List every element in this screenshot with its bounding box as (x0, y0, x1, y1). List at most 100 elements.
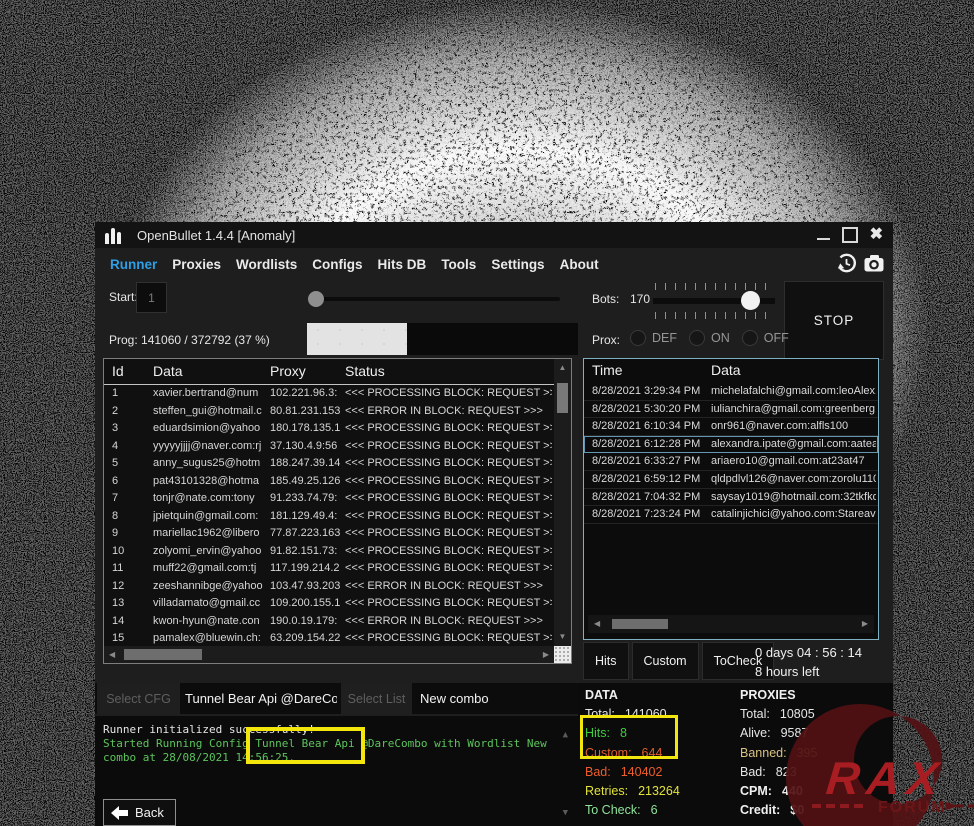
back-button[interactable]: Back (103, 799, 176, 826)
menu-item[interactable]: Proxies (172, 257, 221, 272)
hit-row[interactable]: 8/28/2021 7:23:24 PM catalinjichici@yaho… (584, 506, 878, 524)
bots-slider[interactable] (653, 283, 775, 319)
stat-label: Custom: (585, 746, 632, 760)
start-slider[interactable] (308, 288, 560, 310)
cell-status: <<< PROCESSING BLOCK: REQUEST >>> (345, 387, 552, 399)
scroll-right-icon[interactable]: ▶ (543, 646, 549, 663)
column-header-time[interactable]: Time (592, 362, 623, 378)
cell-proxy: 102.221.96.3: (270, 387, 341, 399)
table-row[interactable]: 10 zolyomi_ervin@yahoo 91.82.151.73: <<<… (104, 543, 554, 561)
cell-id: 15 (112, 632, 146, 644)
select-list-button[interactable]: Select List (341, 683, 412, 714)
hit-tab-button[interactable]: Custom (632, 642, 699, 680)
table-row[interactable]: 15 pamalex@bluewin.ch: 63.209.154.22 <<<… (104, 630, 554, 646)
scroll-up-icon[interactable]: ▲ (563, 730, 568, 740)
menu-item[interactable]: Tools (441, 257, 476, 272)
cell-data: onr961@naver.com:alfls100 (711, 420, 876, 432)
table-row[interactable]: 8 jpietquin@gmail.com: 181.129.49.4: <<<… (104, 508, 554, 526)
table-row[interactable]: 4 yyyyyjjjj@naver.com:rj 37.130.4.9:56 <… (104, 438, 554, 456)
menu-item[interactable]: Configs (312, 257, 362, 272)
menu-item[interactable]: Wordlists (236, 257, 297, 272)
proxy-mode-option[interactable]: OFF (742, 330, 789, 346)
stop-button[interactable]: STOP (784, 281, 884, 360)
hit-row[interactable]: 8/28/2021 7:04:32 PM saysay1019@hotmail.… (584, 489, 878, 507)
scroll-down-icon[interactable]: ▼ (554, 630, 571, 644)
radio-icon[interactable] (630, 330, 646, 346)
column-header-data[interactable]: Data (711, 362, 741, 378)
resize-grip[interactable] (554, 646, 571, 663)
proxy-mode-option[interactable]: ON (689, 330, 730, 346)
progress-bar-fill (307, 323, 407, 355)
scroll-left-icon[interactable]: ◀ (109, 646, 115, 663)
scrollbar-thumb[interactable] (612, 619, 668, 629)
bots-slider-thumb[interactable] (741, 291, 760, 310)
hit-tab-button[interactable]: Hits (583, 642, 629, 680)
table-row[interactable]: 7 tonjr@nate.com:tony 91.233.74.79: <<< … (104, 490, 554, 508)
column-header-data[interactable]: Data (153, 363, 183, 379)
cell-status: <<< PROCESSING BLOCK: REQUEST >>> (345, 440, 552, 452)
hit-row[interactable]: 8/28/2021 6:33:27 PM ariaero10@gmail.com… (584, 453, 878, 471)
stat-item: To Check: 6 (585, 803, 680, 822)
stat-item: Retries: 213264 (585, 784, 680, 803)
hit-row[interactable]: 8/28/2021 6:12:28 PM alexandra.ipate@gma… (584, 436, 878, 454)
scrollbar-thumb[interactable] (557, 383, 568, 413)
stat-value: $0 (790, 803, 804, 817)
table-row[interactable]: 9 mariellac1962@libero 77.87.223.163 <<<… (104, 525, 554, 543)
scroll-down-icon[interactable]: ▼ (563, 808, 568, 818)
horizontal-scrollbar[interactable]: ◀ ▶ (588, 615, 874, 633)
app-logo-bullets-icon (105, 227, 121, 244)
start-input[interactable]: 1 (136, 282, 167, 313)
hits-panel: Time Data 8/28/2021 3:29:34 PM michelafa… (583, 358, 879, 640)
start-slider-thumb[interactable] (308, 291, 324, 307)
cell-data: jpietquin@gmail.com: (153, 510, 266, 522)
table-row[interactable]: 1 xavier.bertrand@num 102.221.96.3: <<< … (104, 385, 554, 403)
table-row[interactable]: 14 kwon-hyun@nate.con 190.0.19.179: <<< … (104, 613, 554, 631)
stat-label: Bad: (585, 765, 611, 779)
camera-icon[interactable] (862, 252, 886, 275)
column-header-status[interactable]: Status (345, 363, 385, 379)
history-icon[interactable] (835, 252, 858, 275)
menu-item[interactable]: Hits DB (378, 257, 427, 272)
stat-label: CPM: (740, 784, 772, 798)
minimize-button[interactable] (817, 229, 830, 242)
column-header-id[interactable]: Id (112, 363, 124, 379)
proxy-mode-option[interactable]: DEF (630, 330, 677, 346)
cell-id: 3 (112, 422, 146, 434)
hit-row[interactable]: 8/28/2021 6:59:12 PM qldpdlvl126@naver.c… (584, 471, 878, 489)
stats-panel: DATA Total: 141060 Hits: 8 Custom: (578, 683, 893, 826)
hit-row[interactable]: 8/28/2021 5:30:20 PM iulianchira@gmail.c… (584, 401, 878, 419)
table-row[interactable]: 2 steffen_gui@hotmail.c 80.81.231.153 <<… (104, 403, 554, 421)
cell-data: alexandra.ipate@gmail.com:aatean (711, 438, 876, 450)
cell-id: 13 (112, 597, 146, 609)
vertical-scrollbar[interactable]: ▲ ▼ (554, 359, 571, 646)
radio-icon[interactable] (689, 330, 705, 346)
table-row[interactable]: 3 eduardsimion@yahoo 180.178.135.1 <<< P… (104, 420, 554, 438)
log-line: combo at 28/08/2021 14:56:25. (95, 751, 578, 765)
table-row[interactable]: 13 villadamato@gmail.cc 109.200.155.1 <<… (104, 595, 554, 613)
table-row[interactable]: 12 zeeshannibge@yahoo 103.47.93.203 <<< … (104, 578, 554, 596)
table-row[interactable]: 11 muff22@gmail.com:tj 117.199.214.2 <<<… (104, 560, 554, 578)
menu-item[interactable]: Settings (491, 257, 544, 272)
maximize-button[interactable] (842, 227, 858, 243)
scroll-left-icon[interactable]: ◀ (594, 615, 600, 633)
table-row[interactable]: 6 pat43101328@hotma 185.49.25.126 <<< PR… (104, 473, 554, 491)
cell-data: ariaero10@gmail.com:at23at47 (711, 455, 876, 467)
hit-row[interactable]: 8/28/2021 3:29:34 PM michelafalchi@gmail… (584, 383, 878, 401)
scroll-right-icon[interactable]: ▶ (862, 615, 868, 633)
select-cfg-button[interactable]: Select CFG (97, 683, 180, 714)
radio-label: DEF (652, 331, 677, 345)
hit-row[interactable]: 8/28/2021 6:10:34 PM onr961@naver.com:al… (584, 418, 878, 436)
radio-icon[interactable] (742, 330, 758, 346)
column-header-proxy[interactable]: Proxy (270, 363, 306, 379)
menu-item[interactable]: About (560, 257, 599, 272)
close-button[interactable]: ✖ (870, 227, 883, 243)
wordlist-name: New combo (420, 683, 489, 714)
scrollbar-thumb[interactable] (124, 649, 202, 660)
table-row[interactable]: 5 anny_sugus25@hotm 188.247.39.14 <<< PR… (104, 455, 554, 473)
cell-data: pat43101328@hotma (153, 475, 266, 487)
menu-item[interactable]: Runner (110, 257, 157, 272)
scroll-up-icon[interactable]: ▲ (554, 361, 571, 375)
horizontal-scrollbar[interactable]: ◀ ▶ (104, 646, 554, 663)
cell-data: pamalex@bluewin.ch: (153, 632, 266, 644)
cell-id: 1 (112, 387, 146, 399)
